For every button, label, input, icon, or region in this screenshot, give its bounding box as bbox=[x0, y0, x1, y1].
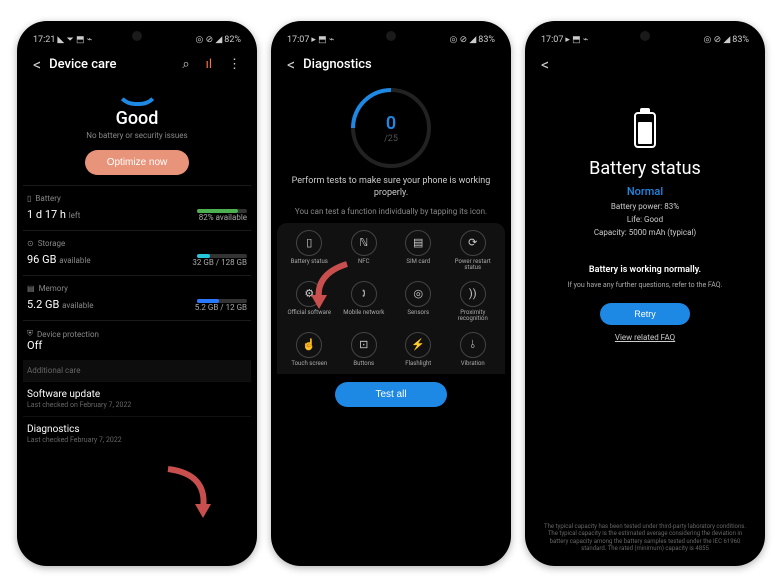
header: < Diagnostics bbox=[277, 47, 505, 82]
diagnostics-grid: ▯Battery statusℕNFC▤SIM card⟳Power resta… bbox=[277, 223, 505, 374]
camera-notch bbox=[640, 31, 650, 41]
faq-link[interactable]: View related FAQ bbox=[531, 333, 759, 342]
page-title: Device care bbox=[49, 57, 166, 72]
sim-card-icon: ▤ bbox=[405, 230, 431, 256]
phone-diagnostics: 17:07▸ ⬒ ⌁ ◎ ⊘ ◢83% < Diagnostics 0 /25 … bbox=[271, 21, 511, 566]
diagnostic-item-mobile-network[interactable]: 🕽Mobile network bbox=[338, 278, 391, 325]
diagnostic-item-nfc[interactable]: ℕNFC bbox=[338, 227, 391, 274]
working-message: Battery is working normally. bbox=[531, 265, 759, 275]
proximity-recognition-icon: )) bbox=[460, 281, 486, 307]
back-icon[interactable]: < bbox=[541, 55, 549, 74]
shield-icon: ⛨ bbox=[27, 329, 33, 339]
header: < Device care ⌕ ıl ⋮ bbox=[23, 47, 251, 82]
memory-section[interactable]: ▤Memory 5.2 GB available 5.2 GB / 12 GB bbox=[23, 275, 251, 320]
camera-notch bbox=[132, 31, 142, 41]
flashlight-icon: ⚡ bbox=[405, 332, 431, 358]
diagnostic-item-battery-status[interactable]: ▯Battery status bbox=[283, 227, 336, 274]
battery-life: Life: Good bbox=[531, 215, 759, 224]
fine-print: The typical capacity has been tested und… bbox=[541, 523, 749, 552]
mobile-network-icon: 🕽 bbox=[351, 281, 377, 307]
page-title: Diagnostics bbox=[303, 57, 495, 72]
nfc-icon: ℕ bbox=[351, 230, 377, 256]
protection-section[interactable]: ⛨Device protection Off bbox=[23, 320, 251, 360]
status-good: Good bbox=[23, 108, 251, 129]
diagnostic-item-power-restart-status[interactable]: ⟳Power restart status bbox=[447, 227, 500, 274]
additional-care-label: Additional care bbox=[23, 360, 251, 381]
diagnostics-item[interactable]: Diagnostics Last checked February 7, 202… bbox=[23, 416, 251, 451]
official-software-icon: ⚙ bbox=[296, 281, 322, 307]
sensors-icon: ◎ bbox=[405, 281, 431, 307]
diagnostic-item-sensors[interactable]: ◎Sensors bbox=[392, 278, 445, 325]
status-arc-icon bbox=[115, 86, 160, 106]
phone-battery-status: 17:07▸ ⬒ ⌁ ◎ ⊘ ◢83% < Battery status Nor… bbox=[525, 21, 765, 566]
faq-note: If you have any further questions, refer… bbox=[531, 281, 759, 289]
buttons-icon: ⊡ bbox=[351, 332, 377, 358]
header: < bbox=[531, 47, 759, 82]
bars-icon[interactable]: ıl bbox=[206, 57, 212, 72]
battery-power: Battery power: 83% bbox=[531, 202, 759, 211]
annotation-arrow-icon bbox=[163, 464, 223, 524]
storage-section[interactable]: ⊙Storage 96 GB available 32 GB / 128 GB bbox=[23, 230, 251, 275]
description: Perform tests to make sure your phone is… bbox=[291, 176, 491, 199]
diagnostic-item-flashlight[interactable]: ⚡Flashlight bbox=[392, 329, 445, 370]
status-badge: Normal bbox=[531, 185, 759, 198]
diagnostic-item-official-software[interactable]: ⚙Official software bbox=[283, 278, 336, 325]
diagnostic-item-buttons[interactable]: ⊡Buttons bbox=[338, 329, 391, 370]
page-title: Battery status bbox=[531, 158, 759, 179]
back-icon[interactable]: < bbox=[287, 55, 295, 74]
optimize-button[interactable]: Optimize now bbox=[85, 150, 190, 175]
software-update-item[interactable]: Software update Last checked on February… bbox=[23, 381, 251, 416]
progress-ring: 0 /25 bbox=[351, 88, 431, 168]
more-icon[interactable]: ⋮ bbox=[228, 57, 241, 72]
battery-status-icon: ▯ bbox=[296, 230, 322, 256]
battery-icon: ▯ bbox=[27, 194, 31, 203]
diagnostic-item-touch-screen[interactable]: ☝Touch screen bbox=[283, 329, 336, 370]
vibration-icon: ⫰ bbox=[460, 332, 486, 358]
retry-button[interactable]: Retry bbox=[600, 303, 690, 325]
diagnostic-item-vibration[interactable]: ⫰Vibration bbox=[447, 329, 500, 370]
test-all-button[interactable]: Test all bbox=[335, 382, 446, 407]
diagnostic-item-proximity-recognition[interactable]: ))Proximity recognition bbox=[447, 278, 500, 325]
battery-capacity: Capacity: 5000 mAh (typical) bbox=[531, 228, 759, 237]
memory-icon: ▤ bbox=[27, 284, 35, 293]
touch-screen-icon: ☝ bbox=[296, 332, 322, 358]
hint-text: You can test a function individually by … bbox=[291, 207, 491, 217]
power-restart-status-icon: ⟳ bbox=[460, 230, 486, 256]
storage-icon: ⊙ bbox=[27, 239, 34, 248]
camera-notch bbox=[386, 31, 396, 41]
status-subtitle: No battery or security issues bbox=[23, 131, 251, 140]
search-icon[interactable]: ⌕ bbox=[182, 57, 189, 72]
battery-icon bbox=[634, 112, 656, 148]
diagnostic-item-sim-card[interactable]: ▤SIM card bbox=[392, 227, 445, 274]
battery-section[interactable]: ▯Battery 1 d 17 h left 82% available bbox=[23, 185, 251, 230]
phone-device-care: 17:21◣ ⏷ ⬒ ⌁ ◎ ⊘ ◢82% < Device care ⌕ ıl… bbox=[17, 21, 257, 566]
back-icon[interactable]: < bbox=[33, 55, 41, 74]
